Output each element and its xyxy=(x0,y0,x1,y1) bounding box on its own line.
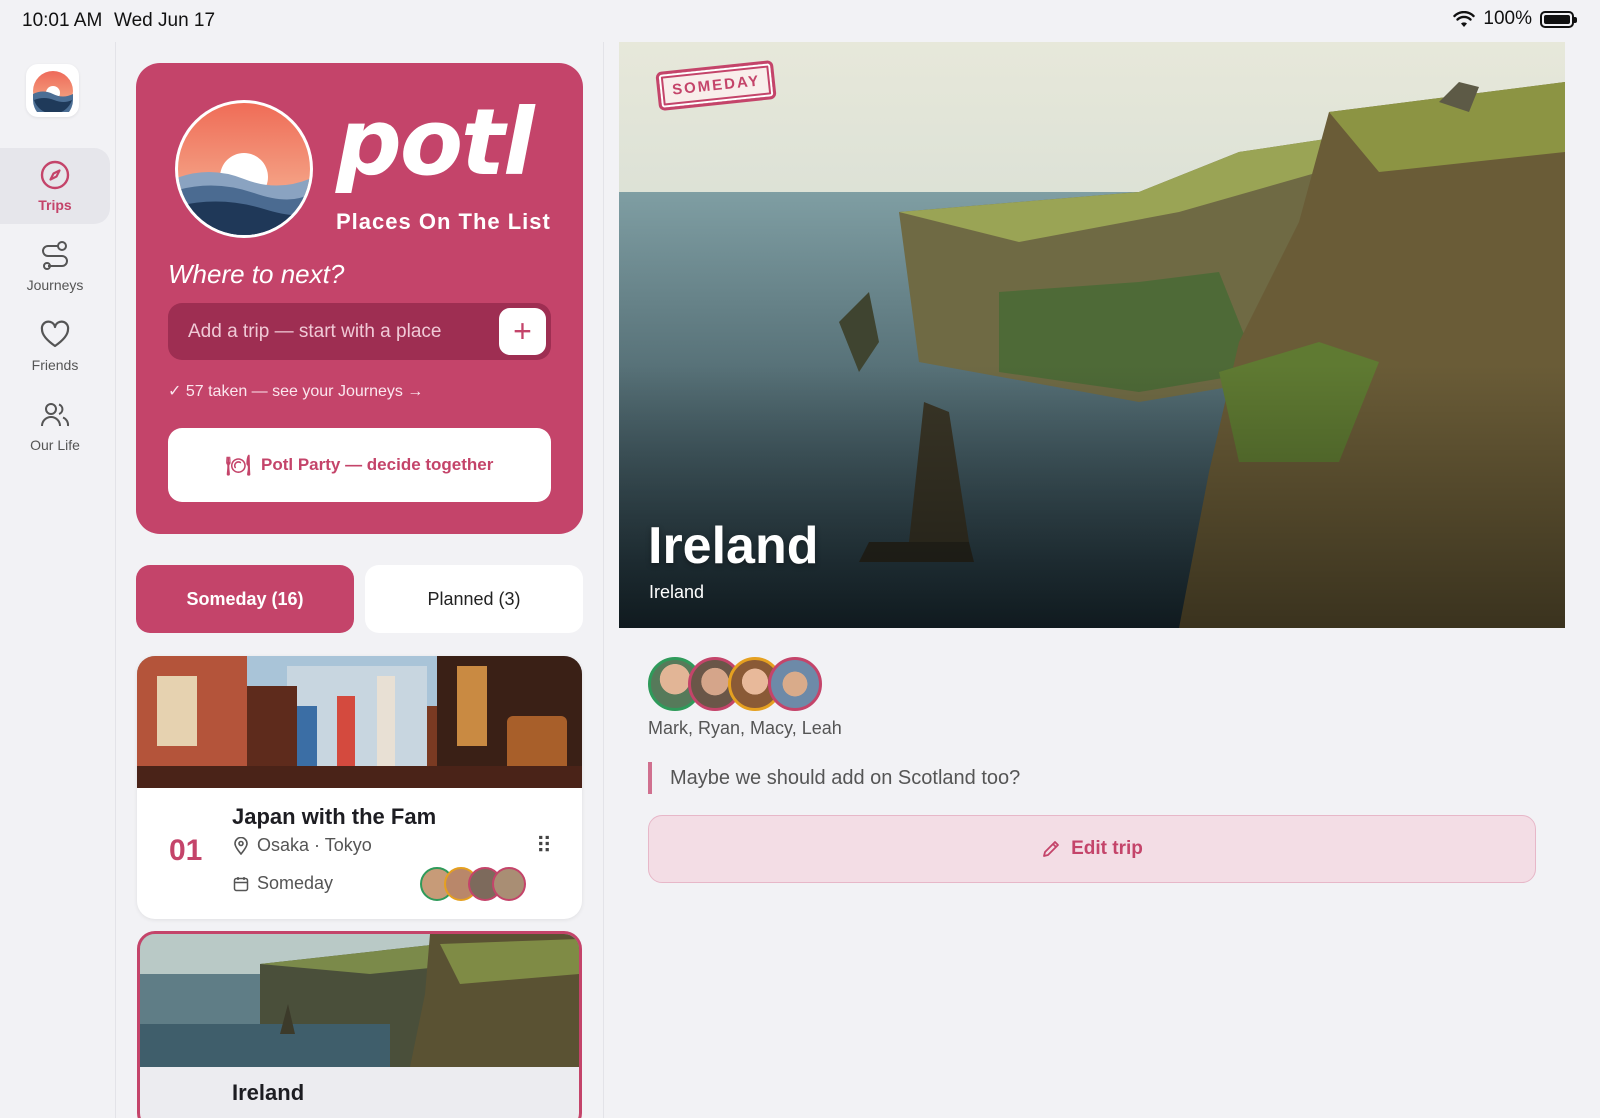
compass-icon xyxy=(40,160,70,190)
add-trip-input[interactable]: Add a trip — start with a place + xyxy=(168,303,551,360)
battery-icon xyxy=(1540,10,1577,28)
brand-tagline: Places On The List xyxy=(336,209,551,234)
status-date: Wed Jun 17 xyxy=(114,10,216,31)
plus-icon: + xyxy=(513,313,532,349)
add-trip-button[interactable]: + xyxy=(499,308,546,355)
trip-title: Ireland xyxy=(232,1080,305,1105)
avatar[interactable] xyxy=(768,657,822,711)
trip-places: Osaka · Tokyo xyxy=(233,835,372,856)
potl-party-label: Potl Party — decide together xyxy=(261,455,494,474)
potl-party-button[interactable]: 🍽 Potl Party — decide together xyxy=(168,428,551,502)
trip-places-text: Osaka · Tokyo xyxy=(257,835,372,855)
heart-icon xyxy=(40,320,70,348)
sidebar-item-label: Friends xyxy=(31,357,79,373)
trip-detail: SOMEDAY Ireland Ireland Mark, Ryan, Macy… xyxy=(603,42,1600,1118)
trip-when: Someday xyxy=(233,873,333,894)
sidebar-item-friends[interactable]: Friends xyxy=(0,308,110,384)
trip-hero-photo: SOMEDAY Ireland Ireland xyxy=(619,42,1565,628)
trip-number: 01 xyxy=(169,834,203,867)
route-icon xyxy=(42,241,68,270)
trip-avatars xyxy=(420,867,526,901)
sidebar-item-label: Our Life xyxy=(30,437,80,453)
where-next-heading: Where to next? xyxy=(168,259,345,289)
hero-card: potl Places On The List Where to next? A… xyxy=(136,63,583,534)
trip-card-selected[interactable]: Ireland xyxy=(137,931,582,1118)
traveler-names: Mark, Ryan, Macy, Leah xyxy=(648,718,842,738)
calendar-icon xyxy=(233,876,249,891)
app-logo[interactable] xyxy=(26,64,79,117)
plate-cutlery-icon: 🍽 xyxy=(225,454,251,477)
drag-handle-icon[interactable]: ⠿ xyxy=(536,835,552,857)
trip-detail-subtitle: Ireland xyxy=(649,582,705,602)
people-icon xyxy=(41,403,70,427)
sunset-logo-icon xyxy=(32,70,73,112)
edit-trip-label: Edit trip xyxy=(1071,838,1143,859)
trip-detail-title: Ireland xyxy=(648,517,819,575)
sidebar-item-label: Journeys xyxy=(26,277,84,293)
trip-title: Japan with the Fam xyxy=(232,804,437,829)
tab-planned[interactable]: Planned (3) xyxy=(365,565,583,633)
trip-photo-cliffs xyxy=(140,934,579,1067)
sidebar: Trips Journeys Friends Our Life xyxy=(0,42,116,1118)
wifi-icon xyxy=(1453,10,1476,27)
sidebar-item-trips[interactable]: Trips xyxy=(0,148,110,224)
status-right: 100% xyxy=(1453,8,1577,30)
sidebar-item-label: Trips xyxy=(38,197,72,213)
brand-sunset-icon xyxy=(175,100,313,238)
add-trip-placeholder: Add a trip — start with a place xyxy=(188,320,442,342)
avatar xyxy=(492,867,526,901)
sidebar-item-journeys[interactable]: Journeys xyxy=(0,228,110,304)
trip-when-text: Someday xyxy=(257,873,334,893)
map-pin-icon xyxy=(234,836,248,855)
trip-card[interactable]: 01 Japan with the Fam Osaka · Tokyo Some… xyxy=(137,656,582,919)
pencil-icon xyxy=(1043,841,1060,857)
status-bar: 10:01 AM Wed Jun 17 100% xyxy=(0,0,1600,42)
edit-trip-button[interactable]: Edit trip xyxy=(648,815,1536,883)
brand-wordmark: potl xyxy=(336,89,535,196)
trip-note: Maybe we should add on Scotland too? xyxy=(648,762,1020,794)
trip-photo-osaka xyxy=(137,656,582,788)
battery-percent: 100% xyxy=(1483,8,1532,29)
sidebar-item-our-life[interactable]: Our Life xyxy=(0,388,110,464)
status-time: 10:01 AM xyxy=(22,10,103,31)
traveler-avatars xyxy=(648,657,822,711)
tab-someday[interactable]: Someday (16) xyxy=(136,565,354,633)
journeys-link[interactable]: ✓ 57 taken — see your Journeys → xyxy=(168,381,423,401)
